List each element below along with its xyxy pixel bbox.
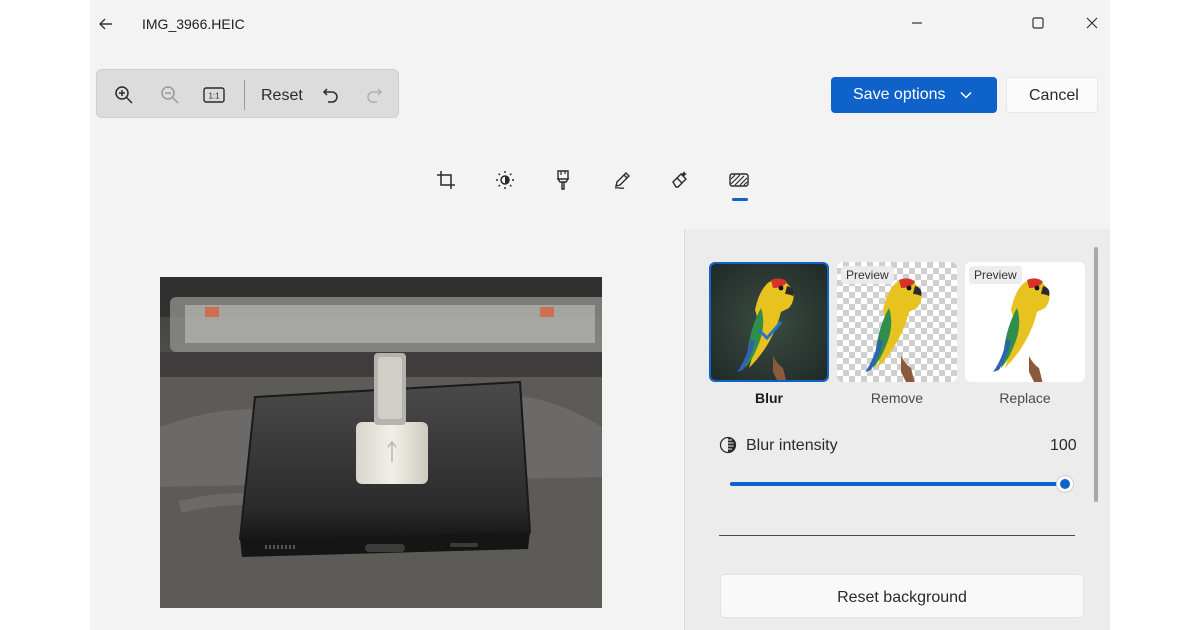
reset-button[interactable]: Reset	[261, 87, 303, 105]
tab-erase[interactable]	[667, 167, 693, 193]
zoom-toolbar: 1:1 Reset	[96, 69, 399, 118]
panel-divider	[719, 535, 1075, 536]
slider-thumb[interactable]	[1056, 475, 1074, 493]
selected-tab-indicator	[732, 198, 748, 201]
tab-adjustment[interactable]	[492, 167, 518, 193]
pen-icon	[614, 172, 630, 189]
photo-canvas[interactable]	[160, 277, 602, 608]
background-option-replace[interactable]: Preview	[965, 262, 1085, 382]
preview-tag: Preview	[969, 266, 1022, 284]
cancel-label: Cancel	[1029, 87, 1079, 104]
zoom-in-icon	[115, 86, 133, 104]
close-icon	[1086, 17, 1098, 29]
option-label-replace: Replace	[999, 390, 1051, 406]
filter-icon	[556, 170, 570, 190]
tab-background[interactable]	[726, 167, 752, 193]
reset-background-label: Reset background	[837, 589, 967, 606]
preview-tag: Preview	[841, 266, 894, 284]
actual-size-button[interactable]: 1:1	[201, 82, 227, 108]
arrow-left-icon	[99, 18, 112, 30]
parrot-thumbnail	[711, 264, 827, 380]
background-icon	[729, 173, 749, 187]
panel-scrollbar[interactable]	[1094, 247, 1098, 502]
option-label-blur: Blur	[755, 390, 783, 406]
tab-filter[interactable]	[550, 167, 576, 193]
slider-fill	[730, 482, 1065, 486]
intensity-icon	[719, 436, 737, 454]
minimize-button[interactable]	[902, 10, 932, 36]
reset-background-button[interactable]: Reset background	[720, 574, 1084, 618]
brightness-icon	[496, 171, 514, 189]
minimize-icon	[912, 22, 922, 24]
save-options-button[interactable]: Save options	[831, 77, 997, 113]
save-options-label: Save options	[853, 86, 946, 103]
edited-photo	[160, 277, 602, 608]
blur-intensity-label: Blur intensity	[746, 437, 838, 454]
close-button[interactable]	[1077, 10, 1107, 36]
tab-markup[interactable]	[609, 167, 635, 193]
background-option-remove[interactable]: Preview	[837, 262, 957, 382]
blur-intensity-slider[interactable]	[730, 482, 1065, 486]
chevron-down-icon	[960, 91, 972, 99]
zoom-out-icon	[161, 86, 179, 104]
crop-icon	[437, 171, 455, 189]
photos-editor-window: IMG_3966.HEIC 1:1 Reset Save options Can…	[90, 0, 1110, 630]
cancel-button[interactable]: Cancel	[1006, 77, 1098, 113]
tab-crop[interactable]	[433, 167, 459, 193]
title-bar: IMG_3966.HEIC	[90, 0, 1110, 46]
redo-button[interactable]	[361, 82, 387, 108]
window-title: IMG_3966.HEIC	[142, 16, 245, 32]
zoom-in-button[interactable]	[111, 82, 137, 108]
redo-icon	[367, 88, 383, 103]
maximize-button[interactable]	[1023, 10, 1053, 36]
background-option-blur[interactable]	[709, 262, 829, 382]
maximize-icon	[1032, 17, 1044, 29]
zoom-out-button[interactable]	[157, 82, 183, 108]
option-label-remove: Remove	[870, 390, 924, 406]
toolbar-separator	[244, 80, 245, 110]
svg-text:1:1: 1:1	[208, 92, 220, 101]
undo-icon	[322, 88, 338, 103]
blur-intensity-value: 100	[1050, 437, 1077, 454]
actual-size-icon: 1:1	[203, 87, 225, 103]
back-button[interactable]	[94, 12, 118, 36]
eraser-icon	[672, 171, 687, 188]
undo-button[interactable]	[318, 82, 344, 108]
